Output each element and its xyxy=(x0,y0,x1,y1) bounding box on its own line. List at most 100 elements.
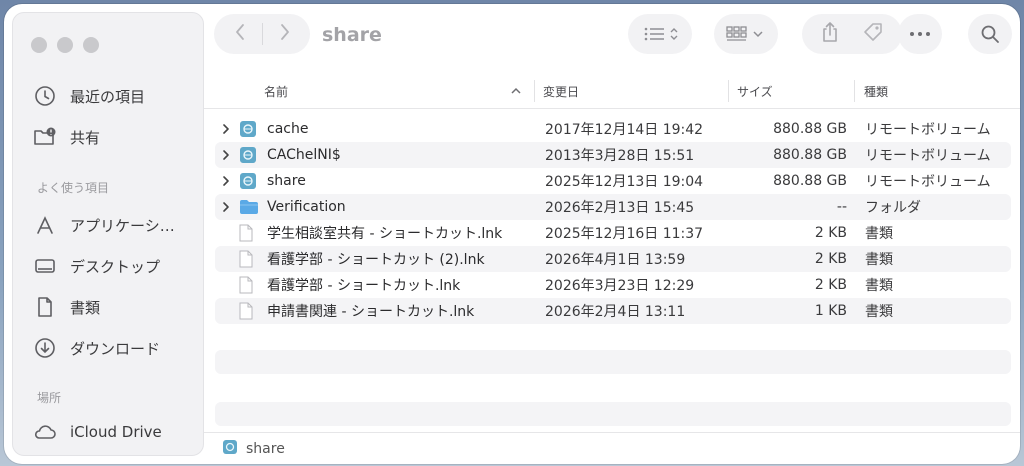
file-size: -- xyxy=(836,199,847,215)
ellipsis-icon xyxy=(910,32,930,36)
file-size: 2 KB xyxy=(814,251,847,267)
disclosure-chevron-icon[interactable] xyxy=(221,194,235,220)
file-name: 学生相談室共有 - ショートカット.lnk xyxy=(267,226,503,242)
file-list: cache 2017年12月14日 19:42 880.88 GB リモートボリューム… xyxy=(215,116,1011,324)
table-row[interactable]: CAChelNI$ 2013年3月28日 15:51 880.88 GB リモートボリ… xyxy=(215,142,1011,168)
disclosure-chevron-icon[interactable] xyxy=(221,142,235,168)
desktop-icon xyxy=(33,254,57,278)
forward-button[interactable] xyxy=(279,22,291,46)
network-volume-icon xyxy=(222,439,238,459)
sidebar-item-label: デスクトップ xyxy=(70,257,161,276)
file-name: 看護学部 - ショートカット (2).lnk xyxy=(267,252,485,268)
clock-icon xyxy=(33,84,57,108)
document-icon xyxy=(33,295,57,319)
back-button[interactable] xyxy=(234,22,246,46)
sort-chevron-icon[interactable] xyxy=(510,74,522,108)
sidebar-item-shared[interactable]: 共有 xyxy=(33,123,100,151)
window-controls xyxy=(31,37,99,53)
table-row[interactable]: 看護学部 - ショートカット (2).lnk 2026年4月1日 13:59 2 K… xyxy=(215,246,1011,272)
file-name: share xyxy=(267,173,306,189)
download-icon xyxy=(33,336,57,360)
sidebar-item-recents[interactable]: 最近の項目 xyxy=(33,82,145,110)
file-name: cache xyxy=(267,121,309,137)
toolbar: share xyxy=(204,4,1020,70)
file-size: 1 KB xyxy=(814,303,847,319)
sidebar: 最近の項目 共有 よく使う項目 アプリケーション デスクトップ 書類 ダウンロー… xyxy=(12,12,204,456)
disclosure-spacer xyxy=(221,272,235,298)
disclosure-chevron-icon[interactable] xyxy=(221,168,235,194)
document-file-icon xyxy=(239,298,259,324)
file-kind: 書類 xyxy=(865,226,893,242)
search-button[interactable] xyxy=(968,14,1012,54)
finder-window: 最近の項目 共有 よく使う項目 アプリケーション デスクトップ 書類 ダウンロー… xyxy=(4,4,1020,464)
disclosure-spacer xyxy=(221,246,235,272)
path-item[interactable]: share xyxy=(246,441,285,457)
shared-folder-icon xyxy=(33,125,57,149)
file-kind: リモートボリューム xyxy=(865,148,991,164)
column-size[interactable]: サイズ xyxy=(737,74,773,108)
search-icon xyxy=(981,25,999,43)
file-name: Verification xyxy=(267,199,346,215)
table-row[interactable]: cache 2017年12月14日 19:42 880.88 GB リモートボリューム xyxy=(215,116,1011,142)
sidebar-item-label: ダウンロード xyxy=(70,339,161,358)
file-modified: 2026年3月23日 12:29 xyxy=(545,278,695,294)
window-title: share xyxy=(322,24,382,46)
sidebar-item-documents[interactable]: 書類 xyxy=(33,293,100,321)
table-row[interactable]: 申請書関連 - ショートカット.lnk 2026年2月4日 13:11 1 KB 書類 xyxy=(215,298,1011,324)
favorites-section-label: よく使う項目 xyxy=(37,181,110,195)
share-tag-group xyxy=(802,14,902,54)
sidebar-item-desktop[interactable]: デスクトップ xyxy=(33,252,160,280)
view-options-button[interactable] xyxy=(628,14,692,54)
column-name[interactable]: 名前 xyxy=(264,74,288,108)
sidebar-item-label: iCloud Drive xyxy=(70,423,162,441)
sidebar-item-label: 共有 xyxy=(70,128,101,147)
file-name: 申請書関連 - ショートカット.lnk xyxy=(267,304,475,320)
sidebar-item-applications[interactable]: アプリケーション xyxy=(33,211,182,239)
close-button[interactable] xyxy=(31,37,47,53)
network-volume-icon xyxy=(239,168,259,194)
file-modified: 2026年2月13日 15:45 xyxy=(545,200,695,216)
sidebar-item-downloads[interactable]: ダウンロード xyxy=(33,334,160,362)
minimize-button[interactable] xyxy=(57,37,73,53)
share-button[interactable] xyxy=(820,21,840,47)
column-kind[interactable]: 種類 xyxy=(864,74,888,108)
file-size: 880.88 GB xyxy=(773,121,847,137)
sidebar-item-label: アプリケーション xyxy=(70,216,182,235)
tag-button[interactable] xyxy=(862,21,884,47)
file-modified: 2017年12月14日 19:42 xyxy=(545,122,704,138)
cloud-icon xyxy=(33,420,57,444)
file-modified: 2013年3月28日 15:51 xyxy=(545,148,695,164)
sidebar-item-icloud-drive[interactable]: iCloud Drive xyxy=(33,418,162,446)
column-modified[interactable]: 変更日 xyxy=(543,74,579,108)
zoom-button[interactable] xyxy=(83,37,99,53)
document-file-icon xyxy=(239,246,259,272)
file-size: 2 KB xyxy=(814,277,847,293)
group-button[interactable] xyxy=(714,14,778,54)
file-modified: 2025年12月13日 19:04 xyxy=(545,174,704,190)
file-name: CAChelNI$ xyxy=(267,147,341,163)
table-row[interactable]: 学生相談室共有 - ショートカット.lnk 2025年12月16日 11:37 2 … xyxy=(215,220,1011,246)
file-kind: フォルダ xyxy=(865,200,921,216)
document-file-icon xyxy=(239,272,259,298)
table-row[interactable]: Verification 2026年2月13日 15:45 -- フォルダ xyxy=(215,194,1011,220)
table-row[interactable]: 看護学部 - ショートカット.lnk 2026年3月23日 12:29 2 KB 書類 xyxy=(215,272,1011,298)
more-actions-button[interactable] xyxy=(898,14,942,54)
file-size: 2 KB xyxy=(814,225,847,241)
tag-icon xyxy=(864,23,882,41)
table-row[interactable]: share 2025年12月13日 19:04 880.88 GB リモートボリューム xyxy=(215,168,1011,194)
disclosure-spacer xyxy=(221,298,235,324)
network-volume-icon xyxy=(239,116,259,142)
document-file-icon xyxy=(239,220,259,246)
disclosure-chevron-icon[interactable] xyxy=(221,116,235,142)
sidebar-item-label: 書類 xyxy=(70,298,101,317)
file-kind: 書類 xyxy=(865,252,893,268)
folder-icon xyxy=(239,194,259,220)
empty-row xyxy=(215,402,1011,426)
file-name: 看護学部 - ショートカット.lnk xyxy=(267,278,461,294)
column-header: 名前 変更日 サイズ 種類 xyxy=(204,74,1020,109)
path-bar: share xyxy=(204,432,1020,464)
file-modified: 2026年4月1日 13:59 xyxy=(545,252,686,268)
applications-icon xyxy=(33,213,57,237)
list-view-icon xyxy=(644,27,678,41)
file-size: 880.88 GB xyxy=(773,173,847,189)
